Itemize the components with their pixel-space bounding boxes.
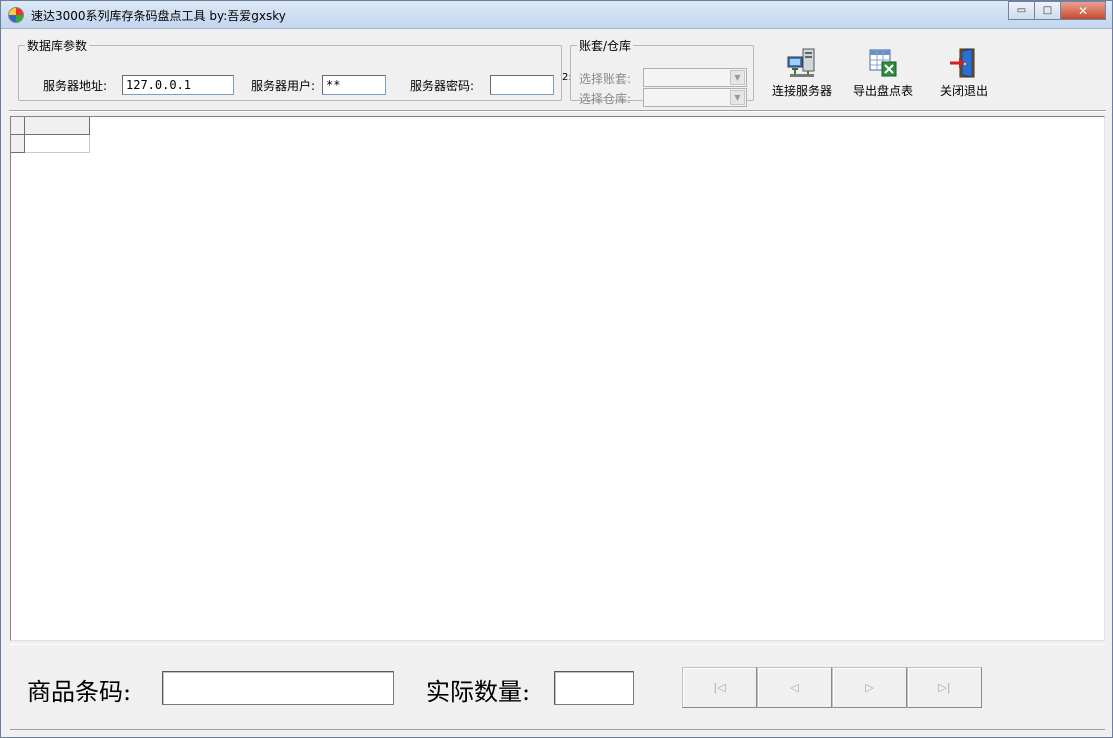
server-password-input[interactable] [490, 75, 554, 95]
chevron-down-icon: ▼ [730, 90, 745, 105]
chevron-down-icon: ▼ [730, 70, 745, 85]
barcode-label: 商品条码: [27, 678, 132, 706]
main-window: 速达3000系列库存条码盘点工具 by:吾爱gxsky ▭ □ ✕ 数据库参数 … [0, 0, 1113, 738]
maximize-icon: □ [1042, 5, 1053, 16]
server-address-input[interactable]: 127.0.0.1 [122, 75, 234, 95]
maximize-button[interactable]: □ [1034, 1, 1061, 20]
next-record-icon: ▷ [865, 681, 874, 694]
close-button[interactable]: ✕ [1060, 1, 1106, 20]
title-bar: 速达3000系列库存条码盘点工具 by:吾爱gxsky ▭ □ ✕ [1, 1, 1112, 29]
connect-server-label: 连接服务器 [771, 84, 832, 98]
app-icon [8, 7, 24, 23]
minimize-button[interactable]: ▭ [1008, 1, 1035, 20]
bottom-panel: 商品条码: 实际数量: |◁ ◁ ▷ ▷| [10, 644, 1105, 730]
select-account-label: 选择账套: [579, 72, 632, 86]
prev-record-button[interactable]: ◁ [757, 667, 832, 708]
select-account-combo[interactable]: ▼ [643, 68, 747, 87]
account-group: 账套/仓库 选择账套: ▼ 选择仓库: ▼ [570, 37, 754, 107]
last-record-button[interactable]: ▷| [907, 667, 982, 708]
minimize-icon: ▭ [1016, 5, 1027, 16]
inventory-grid[interactable] [10, 116, 1105, 641]
server-password-label: 服务器密码: [410, 79, 475, 93]
select-warehouse-label: 选择仓库: [579, 92, 632, 106]
quantity-input[interactable] [554, 671, 634, 705]
grid-cell[interactable] [25, 135, 90, 153]
spreadsheet-export-icon [869, 49, 897, 77]
barcode-input[interactable] [162, 671, 394, 705]
server-network-icon [787, 48, 815, 77]
close-exit-label: 关闭退出 [939, 84, 988, 98]
export-sheet-button[interactable]: 导出盘点表 [843, 45, 923, 101]
prev-record-icon: ◁ [790, 681, 799, 694]
server-user-label: 服务器用户: [251, 79, 316, 93]
record-navigator: |◁ ◁ ▷ ▷| [682, 667, 982, 708]
grid-row-header[interactable] [11, 135, 25, 153]
first-record-button[interactable]: |◁ [682, 667, 757, 708]
next-record-button[interactable]: ▷ [832, 667, 907, 708]
db-params-legend: 数据库参数 [27, 39, 88, 53]
db-params-group: 数据库参数 服务器地址: 127.0.0.1 服务器用户: ** 服务器密码: … [18, 37, 572, 101]
window-title: 速达3000系列库存条码盘点工具 by:吾爱gxsky [31, 9, 286, 23]
server-user-input[interactable]: ** [322, 75, 386, 95]
last-record-icon: ▷| [938, 681, 951, 694]
top-panel: 数据库参数 服务器地址: 127.0.0.1 服务器用户: ** 服务器密码: … [9, 31, 1106, 111]
top-divider [9, 110, 1106, 112]
server-address-label: 服务器地址: [43, 79, 108, 93]
export-sheet-label: 导出盘点表 [852, 84, 913, 98]
first-record-icon: |◁ [713, 681, 726, 694]
account-legend: 账套/仓库 [579, 39, 632, 53]
quantity-label: 实际数量: [426, 678, 531, 706]
select-warehouse-combo[interactable]: ▼ [643, 88, 747, 107]
window-controls: ▭ □ ✕ [1008, 1, 1106, 20]
close-icon: ✕ [1077, 3, 1089, 18]
exit-door-icon [950, 48, 975, 78]
grid-corner-cell[interactable] [11, 117, 25, 135]
grid-column-header[interactable] [25, 117, 90, 135]
close-exit-button[interactable]: 关闭退出 [924, 45, 1004, 101]
connect-server-button[interactable]: 连接服务器 [762, 45, 842, 101]
